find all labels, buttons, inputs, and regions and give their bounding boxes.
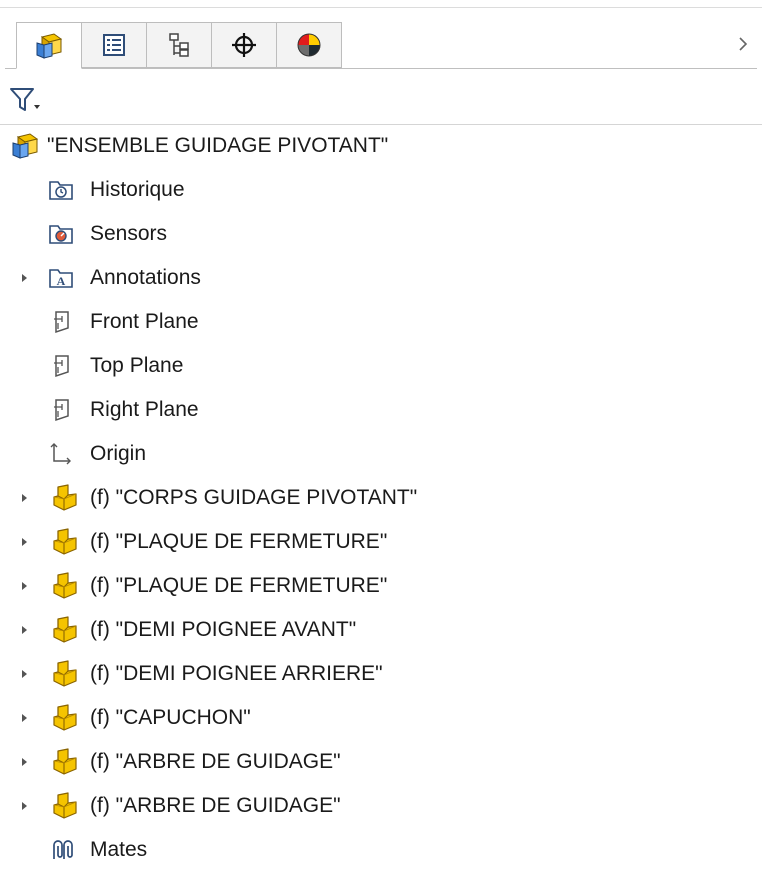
tree-item-label: (f) "CORPS GUIDAGE PIVOTANT" bbox=[90, 486, 418, 509]
tree-item-historique[interactable]: Historique bbox=[0, 170, 762, 210]
plane-icon bbox=[44, 305, 78, 339]
expand-arrow-icon[interactable] bbox=[18, 742, 32, 782]
tree-item-label: Origin bbox=[90, 442, 147, 465]
expand-arrow-icon[interactable] bbox=[18, 478, 32, 518]
expand-arrow-icon[interactable] bbox=[18, 786, 32, 826]
tree-item-label: (f) "ARBRE DE GUIDAGE" bbox=[90, 794, 341, 817]
tab-display-manager[interactable] bbox=[276, 22, 342, 68]
plane-icon bbox=[44, 349, 78, 383]
tree-root-label: "ENSEMBLE GUIDAGE PIVOTANT" bbox=[47, 134, 389, 157]
tab-property-manager[interactable] bbox=[81, 22, 147, 68]
tree-item-label: (f) "ARBRE DE GUIDAGE" bbox=[90, 750, 341, 773]
tree-item-label: Sensors bbox=[90, 222, 168, 245]
chevron-right-icon bbox=[736, 35, 750, 53]
tree-item-label: Annotations bbox=[90, 266, 201, 289]
part-icon bbox=[46, 789, 80, 823]
tree-item-label: Right Plane bbox=[90, 398, 199, 421]
part-icon bbox=[46, 745, 80, 779]
tree-item-label: (f) "DEMI POIGNEE ARRIERE" bbox=[90, 662, 383, 685]
tree-item-part[interactable]: (f) "ARBRE DE GUIDAGE" bbox=[0, 742, 762, 782]
sensors-folder-icon bbox=[44, 217, 78, 251]
tree-item-label: (f) "CAPUCHON" bbox=[90, 706, 251, 729]
tree-item-part[interactable]: (f) "CORPS GUIDAGE PIVOTANT" bbox=[0, 478, 762, 518]
filter-button[interactable] bbox=[8, 80, 48, 120]
tree-item-mates[interactable]: Mates bbox=[0, 830, 762, 870]
part-icon bbox=[46, 613, 80, 647]
tree-item-label: Top Plane bbox=[90, 354, 184, 377]
tab-bar-underline bbox=[5, 68, 757, 69]
tree-item-part[interactable]: (f) "PLAQUE DE FERMETURE" bbox=[0, 522, 762, 562]
assembly-icon bbox=[34, 31, 64, 61]
property-list-icon bbox=[100, 31, 128, 59]
assembly-icon bbox=[8, 129, 42, 163]
filter-icon bbox=[8, 85, 42, 115]
annotations-folder-icon: A bbox=[44, 261, 78, 295]
tree-item-label: Mates bbox=[90, 838, 148, 861]
tree-item-part[interactable]: (f) "PLAQUE DE FERMETURE" bbox=[0, 566, 762, 606]
tabs-scroll-right-button[interactable] bbox=[732, 32, 754, 56]
tab-feature-manager[interactable] bbox=[16, 22, 82, 69]
tree-item-label: (f) "PLAQUE DE FERMETURE" bbox=[90, 574, 388, 597]
plane-icon bbox=[44, 393, 78, 427]
expand-arrow-icon[interactable] bbox=[18, 698, 32, 738]
tree-item-label: (f) "PLAQUE DE FERMETURE" bbox=[90, 530, 388, 553]
expand-arrow-icon[interactable] bbox=[18, 610, 32, 650]
crosshair-icon bbox=[230, 31, 258, 59]
tree-item-label: Historique bbox=[90, 178, 185, 201]
tree-item-origin[interactable]: Origin bbox=[0, 434, 762, 474]
tree-item-part[interactable]: (f) "DEMI POIGNEE ARRIERE" bbox=[0, 654, 762, 694]
tree-item-front-plane[interactable]: Front Plane bbox=[0, 302, 762, 342]
part-icon bbox=[46, 701, 80, 735]
part-icon bbox=[46, 481, 80, 515]
expand-arrow-icon[interactable] bbox=[18, 258, 32, 298]
svg-text:A: A bbox=[57, 274, 66, 288]
part-icon bbox=[46, 569, 80, 603]
tree-item-part[interactable]: (f) "DEMI POIGNEE AVANT" bbox=[0, 610, 762, 650]
tree-item-annotations[interactable]: A Annotations bbox=[0, 258, 762, 298]
tree-item-part[interactable]: (f) "CAPUCHON" bbox=[0, 698, 762, 738]
tree-item-label: Front Plane bbox=[90, 310, 199, 333]
origin-icon bbox=[44, 437, 78, 471]
tab-configuration-manager[interactable] bbox=[146, 22, 212, 68]
filter-bar bbox=[0, 80, 762, 125]
part-icon bbox=[46, 525, 80, 559]
manager-tab-bar bbox=[0, 18, 762, 70]
tree-item-sensors[interactable]: Sensors bbox=[0, 214, 762, 254]
history-folder-icon bbox=[44, 173, 78, 207]
expand-arrow-icon[interactable] bbox=[18, 654, 32, 694]
display-sphere-icon bbox=[295, 31, 323, 59]
mates-icon bbox=[46, 833, 80, 867]
tree-item-label: (f) "DEMI POIGNEE AVANT" bbox=[90, 618, 357, 641]
tree-item-top-plane[interactable]: Top Plane bbox=[0, 346, 762, 386]
part-icon bbox=[46, 657, 80, 691]
tab-dimxpert-manager[interactable] bbox=[211, 22, 277, 68]
top-divider bbox=[0, 7, 762, 8]
configuration-icon bbox=[165, 31, 193, 59]
tree-root[interactable]: "ENSEMBLE GUIDAGE PIVOTANT" bbox=[0, 126, 762, 166]
expand-arrow-icon[interactable] bbox=[18, 522, 32, 562]
expand-arrow-icon[interactable] bbox=[18, 566, 32, 606]
tree-item-part[interactable]: (f) "ARBRE DE GUIDAGE" bbox=[0, 786, 762, 826]
tree-item-right-plane[interactable]: Right Plane bbox=[0, 390, 762, 430]
